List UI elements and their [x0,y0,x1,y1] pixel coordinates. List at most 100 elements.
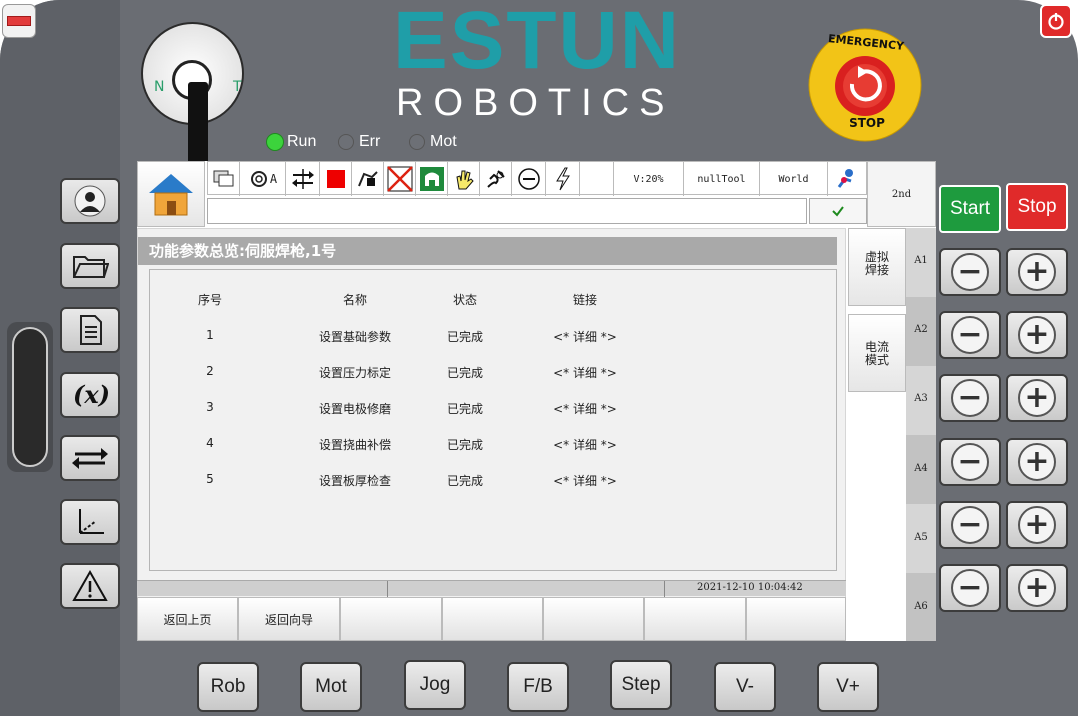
power-state-cell[interactable] [546,162,580,196]
detail-link[interactable]: <* 详细 *> [530,436,640,453]
servo-cell[interactable] [352,162,384,196]
velocity-plus-key[interactable]: V+ [817,662,879,712]
user-button[interactable] [60,178,120,224]
footer-button-4[interactable] [442,597,543,641]
jog-a6-minus-button[interactable]: − [939,564,1001,612]
step-mode-cell[interactable] [286,162,320,196]
minus-icon [7,16,31,26]
file-browser-button[interactable] [60,243,120,289]
minus-icon: − [951,379,989,417]
side-tab-virtual-weld[interactable]: 虚拟 焊接 [848,228,906,306]
jog-a5-plus-button[interactable]: + [1006,501,1068,549]
jog-a6-plus-button[interactable]: + [1006,564,1068,612]
program-button[interactable] [60,307,120,353]
zone-icon [419,167,444,191]
table-row[interactable]: 1 设置基础参数 已完成 <* 详细 *> [150,328,836,348]
detail-link[interactable]: <* 详细 *> [530,400,640,417]
auto-mode-cell[interactable]: A [240,162,286,196]
jog-a5-minus-button[interactable]: − [939,501,1001,549]
table-row[interactable]: 5 设置板厚检查 已完成 <* 详细 *> [150,472,836,492]
emergency-stop-button[interactable]: EMERGENCY STOP [808,28,922,142]
minimize-button[interactable] [2,4,36,38]
svg-text:(x): (x) [73,380,110,409]
axis-label-a5: A5 [914,532,928,543]
key-switch-label-t: T [233,79,242,95]
servo-icon [357,171,378,187]
folder-icon [73,256,109,278]
status-bar: 2021-12-10 10:04:42 [137,580,846,597]
collision-cell[interactable] [384,162,416,196]
message-bar[interactable] [207,198,807,224]
tool-indicator[interactable]: nullTool [684,162,760,196]
forward-backward-key[interactable]: F/B [507,662,569,712]
status-toolbar: A V:20% nullTool World [207,161,867,196]
mode-key-switch[interactable]: N T [141,22,244,172]
footer-button-6[interactable] [644,597,746,641]
second-function-button[interactable]: 2nd [867,161,936,227]
jog-a2-minus-button[interactable]: − [939,311,1001,359]
home-button[interactable] [137,161,205,227]
table-row[interactable]: 3 设置电极修磨 已完成 <* 详细 *> [150,400,836,420]
page-title: 功能参数总览:伺服焊枪,1号 [138,237,837,265]
variable-x-icon: (x) [73,380,110,409]
footer-button-3[interactable] [340,597,442,641]
enable-switch[interactable] [7,322,53,472]
mot-key[interactable]: Mot [300,662,362,712]
power-icon [1048,13,1064,30]
io-button[interactable] [60,435,120,481]
rob-key[interactable]: Rob [197,662,259,712]
back-page-button[interactable]: 返回上页 [137,597,238,641]
sim-cell[interactable] [512,162,546,196]
jog-a4-minus-button[interactable]: − [939,438,1001,486]
robot-arm-icon [837,169,853,188]
plus-icon: + [1018,253,1056,291]
confirm-button[interactable] [809,198,867,224]
parameter-table: 序号 名称 状态 链接 1 设置基础参数 已完成 <* 详细 *> 2 设置压力… [149,269,837,571]
jog-a4-plus-button[interactable]: + [1006,438,1068,486]
minus-icon: − [951,253,989,291]
warning-icon [72,569,108,601]
window-toolbar-cell[interactable] [208,162,240,196]
table-row[interactable]: 4 设置挠曲补偿 已完成 <* 详细 *> [150,436,836,456]
connection-cell[interactable] [480,162,512,196]
alarm-button[interactable] [60,563,120,609]
power-button[interactable] [1040,4,1072,38]
status-led-mot: Mot [409,133,457,151]
jog-a1-plus-button[interactable]: + [1006,248,1068,296]
frame-indicator[interactable]: World [760,162,828,196]
robot-cell[interactable] [828,162,866,196]
axis-strip: A1 A2 A3 A4 A5 A6 [906,228,936,641]
axis-label-a3: A3 [914,393,928,404]
velocity-minus-key[interactable]: V- [714,662,776,712]
jog-a1-minus-button[interactable]: − [939,248,1001,296]
disabled-x-icon [386,166,413,192]
axis-label-a2: A2 [914,324,928,335]
velocity-indicator[interactable]: V:20% [614,162,684,196]
step-key[interactable]: Step [610,660,672,710]
detail-link[interactable]: <* 详细 *> [530,364,640,381]
jog-a2-plus-button[interactable]: + [1006,311,1068,359]
table-row[interactable]: 2 设置压力标定 已完成 <* 详细 *> [150,364,836,384]
manual-cell[interactable] [448,162,480,196]
footer-button-7[interactable] [746,597,846,641]
detail-link[interactable]: <* 详细 *> [530,328,640,345]
footer-button-5[interactable] [543,597,644,641]
stop-state-cell[interactable] [320,162,352,196]
zone-cell[interactable] [416,162,448,196]
hand-icon [455,170,474,190]
back-wizard-button[interactable]: 返回向导 [238,597,340,641]
table-header: 序号 名称 状态 链接 [197,293,597,307]
coordinate-button[interactable] [60,499,120,545]
io-arrows-icon [72,448,108,469]
jog-a3-plus-button[interactable]: + [1006,374,1068,422]
detail-link[interactable]: <* 详细 *> [530,472,640,489]
plus-icon: + [1018,506,1056,544]
variables-button[interactable]: (x) [60,372,120,418]
jog-a3-minus-button[interactable]: − [939,374,1001,422]
minus-icon: − [951,443,989,481]
axis-label-a6: A6 [914,601,928,612]
start-button[interactable]: Start [939,185,1001,233]
jog-key[interactable]: Jog [404,660,466,710]
side-tab-current-mode[interactable]: 电流 模式 [848,314,906,392]
stop-button[interactable]: Stop [1006,183,1068,231]
